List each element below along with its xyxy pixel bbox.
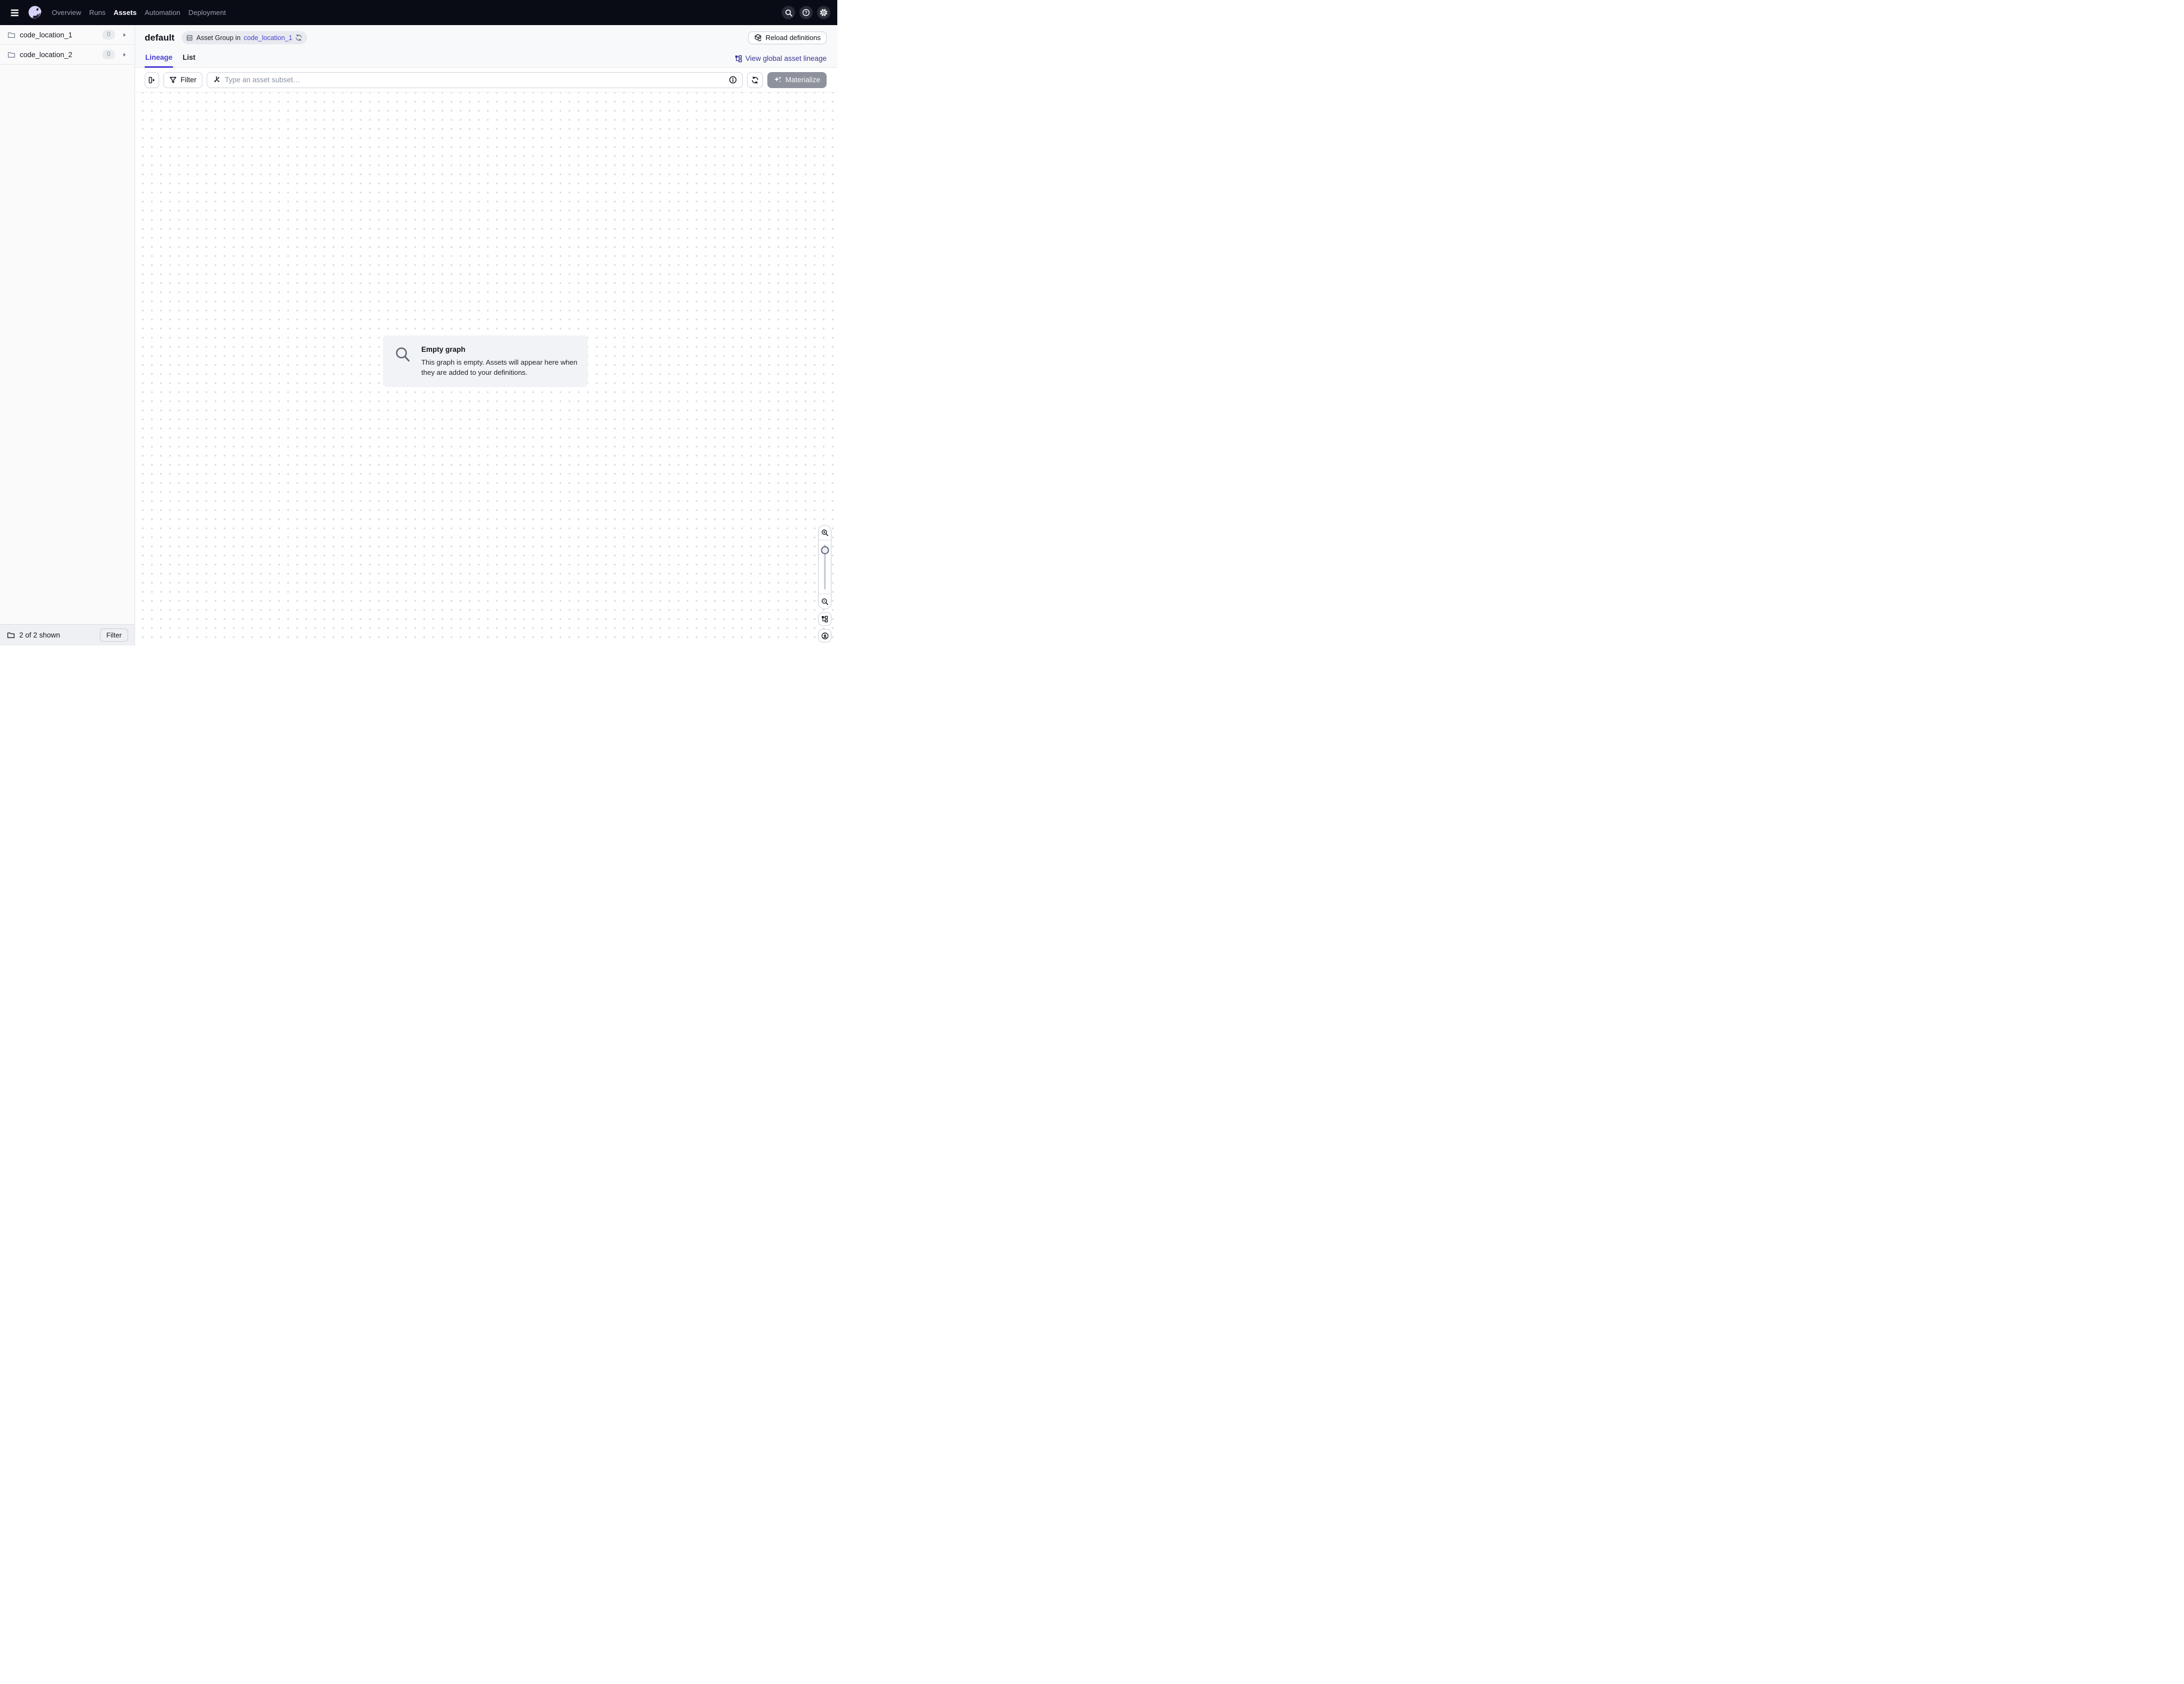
funnel-icon	[169, 76, 177, 84]
expand-location-button[interactable]	[119, 49, 130, 60]
graph-toolbar: Filter	[135, 68, 837, 92]
folder-icon	[7, 32, 15, 38]
global-lineage-label: View global asset lineage	[745, 54, 827, 62]
nav-item-deployment[interactable]: Deployment	[188, 9, 226, 17]
refresh-graph-button[interactable]	[747, 72, 763, 88]
nav-item-automation[interactable]: Automation	[145, 9, 180, 17]
download-image-button[interactable]	[818, 629, 831, 642]
asset-group-icon	[186, 34, 193, 42]
folder-icon	[7, 632, 15, 639]
graph-filter-label: Filter	[180, 76, 197, 84]
chevron-right-icon	[123, 52, 127, 57]
folder-icon	[7, 51, 15, 58]
sidebar-footer: 2 of 2 shown Filter	[0, 624, 135, 646]
reload-definitions-button[interactable]: Reload definitions	[748, 32, 827, 44]
empty-graph-message: This graph is empty. Assets will appear …	[421, 357, 579, 377]
tab-list[interactable]: List	[182, 53, 196, 68]
collapse-sidebar-button[interactable]	[145, 72, 159, 88]
subset-info-button[interactable]	[729, 76, 737, 84]
materialize-button[interactable]: Materialize	[767, 72, 827, 88]
badge-sync-button[interactable]	[295, 34, 302, 41]
asset-graph-canvas[interactable]: Empty graph This graph is empty. Assets …	[135, 92, 837, 646]
sidebar-item-code-location-2[interactable]: code_location_2 0	[0, 45, 135, 65]
svg-text:?: ?	[805, 10, 807, 15]
top-nav: Overview Runs Assets Automation Deployme…	[0, 0, 837, 25]
code-location-name: code_location_1	[20, 31, 72, 39]
empty-graph-text: Empty graph This graph is empty. Assets …	[421, 345, 579, 377]
zoom-in-icon	[821, 529, 829, 537]
nav-item-overview[interactable]: Overview	[52, 9, 81, 17]
view-global-asset-lineage-link[interactable]: View global asset lineage	[735, 54, 827, 62]
asset-subset-field	[207, 72, 743, 88]
download-icon	[821, 632, 829, 640]
sidebar-filter-button[interactable]: Filter	[100, 628, 128, 642]
asset-subset-input[interactable]	[225, 76, 725, 84]
panel-icon	[148, 76, 156, 84]
lineage-icon	[735, 55, 742, 62]
primary-nav: Overview Runs Assets Automation Deployme…	[52, 9, 226, 17]
hamburger-menu-button[interactable]	[7, 6, 21, 20]
empty-graph-title: Empty graph	[421, 345, 579, 353]
search-button[interactable]	[782, 6, 795, 19]
asset-group-badge: Asset Group in code_location_1	[182, 31, 308, 44]
help-button[interactable]: ?	[799, 6, 813, 19]
zoom-slider-thumb[interactable]	[821, 546, 829, 554]
badge-prefix-label: Asset Group in	[197, 34, 241, 42]
sparkle-icon	[774, 76, 782, 84]
magnifier-icon	[395, 345, 412, 377]
fit-lineage-button[interactable]	[818, 612, 831, 626]
view-tabs: Lineage List	[145, 53, 196, 68]
sidebar-empty-space	[0, 65, 135, 624]
expand-location-button[interactable]	[119, 29, 130, 40]
help-icon: ?	[802, 9, 810, 17]
reload-cube-icon	[754, 34, 762, 42]
op-subset-icon	[213, 76, 221, 84]
shown-count-label: 2 of 2 shown	[19, 631, 60, 639]
empty-graph-card: Empty graph This graph is empty. Assets …	[383, 335, 588, 387]
search-icon	[785, 9, 792, 17]
reload-definitions-label: Reload definitions	[766, 34, 821, 42]
sidebar-item-code-location-1[interactable]: code_location_1 0	[0, 25, 135, 45]
hamburger-icon	[10, 9, 19, 17]
page-header: default Asset Group in code_location_1	[135, 25, 837, 68]
code-location-name: code_location_2	[20, 51, 72, 59]
zoom-slider-group	[818, 525, 831, 609]
code-location-link[interactable]: code_location_1	[243, 34, 292, 42]
chevron-right-icon	[123, 33, 127, 37]
graph-zoom-controls	[818, 525, 831, 642]
zoom-in-button[interactable]	[819, 525, 831, 540]
asset-count-badge: 0	[103, 50, 115, 59]
nav-item-runs[interactable]: Runs	[89, 9, 106, 17]
settings-button[interactable]	[817, 6, 830, 19]
dagster-logo[interactable]	[27, 5, 43, 20]
gear-icon	[820, 9, 828, 17]
zoom-out-button[interactable]	[819, 594, 831, 609]
nav-item-assets[interactable]: Assets	[114, 9, 137, 17]
sync-icon	[295, 34, 302, 41]
asset-count-badge: 0	[103, 30, 115, 40]
graph-filter-button[interactable]: Filter	[163, 72, 202, 88]
page-title: default	[145, 33, 175, 43]
dagster-app-window: Overview Runs Assets Automation Deployme…	[0, 0, 837, 646]
tab-lineage[interactable]: Lineage	[145, 53, 173, 68]
nav-actions: ?	[782, 6, 830, 19]
sync-icon	[751, 76, 759, 84]
zoom-slider[interactable]	[819, 540, 831, 594]
zoom-out-icon	[821, 598, 829, 605]
main-panel: default Asset Group in code_location_1	[135, 25, 837, 646]
info-icon	[729, 76, 737, 84]
materialize-label: Materialize	[785, 76, 820, 84]
asset-groups-sidebar: code_location_1 0 code_location_2 0	[0, 25, 135, 646]
lineage-icon	[821, 616, 828, 623]
